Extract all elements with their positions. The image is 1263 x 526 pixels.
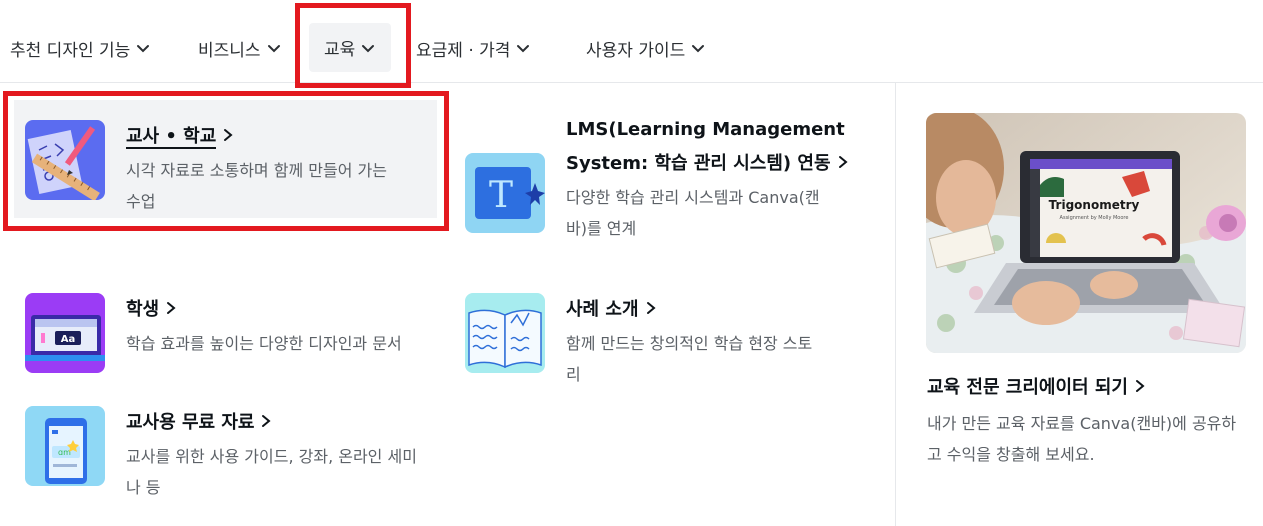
chevron-down-icon <box>267 45 280 53</box>
lms-icon: T <box>465 153 545 233</box>
nav-item-education[interactable]: 교육 <box>309 23 392 72</box>
menu-card-student[interactable]: Aa 학생 학습 효과를 높이는 다양한 디자인과 문서 <box>25 293 445 373</box>
nav-item-pricing[interactable]: 요금제 · 가격 <box>416 28 531 68</box>
menu-divider <box>895 83 896 526</box>
top-navigation: 추천 디자인 기능 비즈니스 교육 요금제 · 가격 사용자 가이드 <box>0 0 1263 83</box>
promo-image[interactable]: Trigonometry Assignment by Molly Moore <box>926 113 1246 353</box>
menu-card-title: 교사용 무료 자료 <box>126 406 426 440</box>
chevron-down-icon <box>692 45 705 53</box>
case-study-icon <box>465 293 545 373</box>
menu-card-title: LMS(Learning Management System: 학습 관리 시스… <box>566 113 856 181</box>
menu-card-title: 학생 <box>126 293 416 327</box>
promo-title[interactable]: 교육 전문 크리에이터 되기 <box>927 371 1146 405</box>
svg-text:T: T <box>489 175 513 216</box>
menu-card-teacher-school[interactable]: 교사 • 학교 시각 자료로 소통하며 함께 만들어 가는 수업 <box>14 100 437 218</box>
menu-card-desc: 시각 자료로 소통하며 함께 만들어 가는 수업 <box>126 161 387 211</box>
menu-card-title: 교사 • 학교 <box>126 120 396 154</box>
menu-card-desc: 함께 만드는 창의적인 학습 현장 스토리 <box>566 334 813 384</box>
menu-card-desc: 다양한 학습 관리 시스템과 Canva(캔바)를 연계 <box>566 188 820 238</box>
slide-title: Trigonometry <box>1049 198 1140 212</box>
nav-item-label: 사용자 가이드 <box>586 40 686 61</box>
nav-item-user-guide[interactable]: 사용자 가이드 <box>586 28 706 68</box>
nav-item-label: 교육 <box>324 40 356 60</box>
menu-card-case-study[interactable]: 사례 소개 함께 만드는 창의적인 학습 현장 스토리 <box>465 293 885 390</box>
svg-text:Aa: Aa <box>61 334 76 345</box>
menu-card-desc: 교사를 위한 사용 가이드, 강좌, 온라인 세미나 등 <box>126 447 417 497</box>
nav-item-label: 추천 디자인 기능 <box>10 40 131 61</box>
teacher-school-icon <box>25 120 105 200</box>
student-icon: Aa <box>25 293 105 373</box>
chevron-right-icon <box>1135 380 1145 392</box>
menu-card-desc: 학습 효과를 높이는 다양한 디자인과 문서 <box>126 334 402 353</box>
promo-desc: 내가 만든 교육 자료를 Canva(캔바)에 공유하고 수익을 창출해 보세요… <box>927 414 1237 464</box>
slide-subtitle: Assignment by Molly Moore <box>1060 215 1129 221</box>
teacher-resources-icon: ɑm <box>25 406 105 486</box>
svg-text:ɑm: ɑm <box>58 448 71 457</box>
nav-item-business[interactable]: 비즈니스 <box>198 28 282 68</box>
chevron-right-icon <box>167 302 176 314</box>
chevron-right-icon <box>262 415 272 427</box>
chevron-right-icon <box>838 156 848 168</box>
nav-item-label: 비즈니스 <box>198 40 261 61</box>
chevron-right-icon <box>646 302 656 314</box>
nav-item-featured-design[interactable]: 추천 디자인 기능 <box>10 28 151 68</box>
menu-card-title: 사례 소개 <box>566 293 826 327</box>
chevron-down-icon <box>362 44 375 52</box>
chevron-down-icon <box>517 45 530 53</box>
nav-item-label: 요금제 · 가격 <box>416 40 511 61</box>
chevron-down-icon <box>137 45 150 53</box>
menu-card-teacher-resources[interactable]: ɑm 교사용 무료 자료 교사를 위한 사용 가이드, 강좌, 온라인 세미나 … <box>25 406 445 503</box>
menu-card-lms[interactable]: T LMS(Learning Management System: 학습 관리 … <box>465 113 885 244</box>
chevron-right-icon <box>224 129 233 141</box>
